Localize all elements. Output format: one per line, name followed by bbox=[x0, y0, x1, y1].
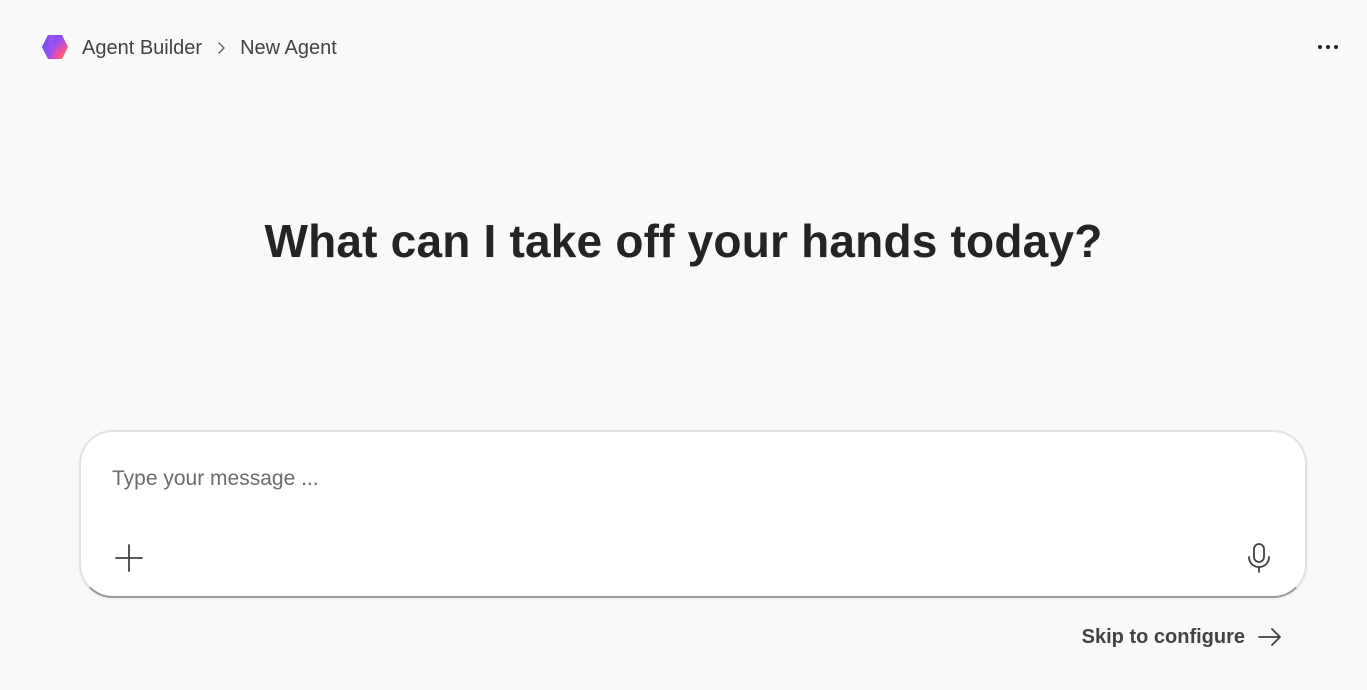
microphone-icon bbox=[1248, 543, 1270, 573]
more-options-button[interactable] bbox=[1309, 32, 1347, 62]
more-horizontal-icon bbox=[1318, 45, 1338, 49]
breadcrumb: Agent Builder New Agent bbox=[82, 34, 337, 62]
microphone-button[interactable] bbox=[1241, 540, 1277, 576]
add-attachment-button[interactable] bbox=[111, 540, 147, 576]
agent-builder-logo-icon bbox=[42, 35, 68, 59]
message-input[interactable] bbox=[110, 458, 1234, 500]
breadcrumb-new-agent[interactable]: New Agent bbox=[240, 37, 337, 60]
message-composer bbox=[79, 430, 1307, 598]
skip-to-configure-link[interactable]: Skip to configure bbox=[1082, 620, 1283, 654]
header: Agent Builder New Agent bbox=[0, 0, 1367, 96]
breadcrumb-agent-builder[interactable]: Agent Builder bbox=[82, 37, 202, 60]
agent-builder-page: Agent Builder New Agent What can I take … bbox=[0, 0, 1367, 690]
chevron-right-icon bbox=[202, 41, 240, 55]
arrow-right-icon bbox=[1257, 627, 1283, 647]
skip-to-configure-label: Skip to configure bbox=[1081, 625, 1245, 648]
plus-icon bbox=[115, 544, 143, 572]
page-headline: What can I take off your hands today? bbox=[264, 215, 1103, 267]
